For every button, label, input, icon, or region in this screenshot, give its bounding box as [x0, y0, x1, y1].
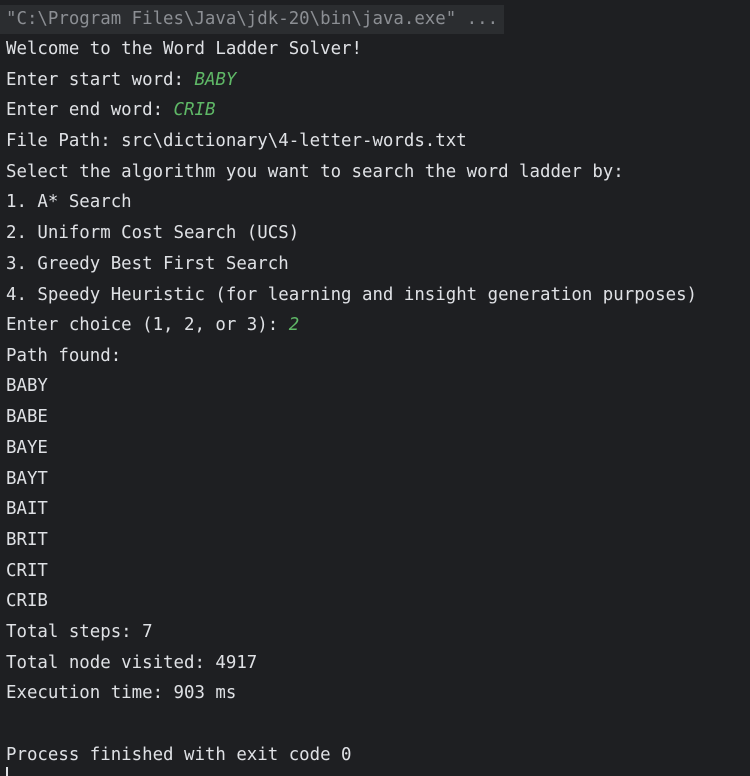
end-word-prompt: Enter end word: [6, 100, 174, 120]
path-word: CRIT [6, 561, 48, 581]
path-word: BABY [6, 376, 48, 396]
welcome-message: Welcome to the Word Ladder Solver! [6, 39, 362, 59]
start-word-input: BABY [194, 70, 237, 90]
path-word: BAYT [6, 469, 48, 489]
run-console-output[interactable]: "C:\Program Files\Java\jdk-20\bin\java.e… [0, 0, 750, 776]
path-word: BAIT [6, 499, 48, 519]
path-word: CRIB [6, 591, 48, 611]
path-found-label: Path found: [6, 346, 122, 366]
path-word: BAYE [6, 438, 48, 458]
total-steps-line: Total steps: 7 [6, 622, 153, 642]
algorithm-select-prompt: Select the algorithm you want to search … [6, 162, 624, 182]
path-word: BABE [6, 407, 48, 427]
execution-time-line: Execution time: 903 ms [6, 683, 237, 703]
algorithm-option-3: 3. Greedy Best First Search [6, 254, 289, 274]
end-word-line: Enter end word: CRIB [6, 95, 215, 125]
algorithm-option-1: 1. A* Search [6, 192, 132, 212]
start-word-prompt: Enter start word: [6, 70, 195, 90]
algorithm-option-4: 4. Speedy Heuristic (for learning and in… [6, 285, 698, 305]
end-word-input: CRIB [173, 100, 216, 120]
exit-code-message: Process finished with exit code 0 [6, 745, 352, 765]
text-cursor [6, 767, 8, 776]
choice-line: Enter choice (1, 2, or 3): 2 [6, 310, 299, 340]
file-path-line: File Path: src\dictionary\4-letter-words… [6, 131, 467, 151]
nodes-visited-line: Total node visited: 4917 [6, 653, 258, 673]
run-command-line[interactable]: "C:\Program Files\Java\jdk-20\bin\java.e… [0, 5, 505, 34]
algorithm-option-2: 2. Uniform Cost Search (UCS) [6, 223, 300, 243]
start-word-line: Enter start word: BABY [6, 65, 236, 95]
path-word: BRIT [6, 530, 48, 550]
choice-input: 2 [288, 315, 300, 335]
choice-prompt: Enter choice (1, 2, or 3): [6, 315, 289, 335]
